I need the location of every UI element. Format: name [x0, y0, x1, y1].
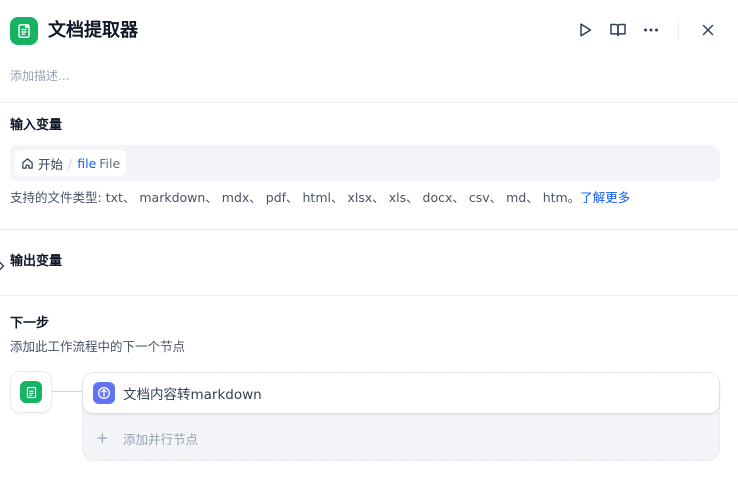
home-icon: [21, 157, 34, 170]
more-horizontal-icon: [644, 28, 658, 32]
docs-button[interactable]: [607, 19, 629, 41]
divider: [0, 102, 738, 103]
header-divider: [678, 20, 679, 40]
input-variables-title: 输入变量: [10, 118, 63, 133]
next-node-item[interactable]: 文档内容转markdown: [83, 373, 719, 413]
more-button[interactable]: [640, 19, 662, 41]
variable-tag[interactable]: 开始 / file File: [15, 150, 127, 176]
close-button[interactable]: [697, 19, 719, 41]
run-button[interactable]: [574, 19, 596, 41]
output-variables-title[interactable]: 输出变量: [10, 253, 62, 271]
panel-header: 文档提取器: [0, 0, 738, 64]
code-node-icon: [93, 382, 115, 404]
description-input[interactable]: 添加描述...: [10, 67, 69, 85]
divider: [0, 229, 738, 230]
supported-file-types: 支持的文件类型: txt、 markdown、 mdx、 pdf、 html、 …: [10, 189, 630, 207]
close-icon: [702, 24, 714, 36]
variable-separator: /: [68, 155, 73, 171]
document-extractor-icon: [10, 17, 38, 45]
next-step-title: 下一步: [10, 316, 50, 331]
learn-more-link[interactable]: 了解更多: [580, 190, 630, 205]
variable-name: file: [77, 155, 97, 171]
chevron-right-icon[interactable]: [0, 256, 6, 271]
current-node-block: [10, 371, 52, 413]
document-extractor-icon: [20, 381, 42, 403]
divider: [0, 295, 738, 296]
input-variable-field[interactable]: 开始 / file File: [10, 145, 720, 181]
supported-types-text: 支持的文件类型: txt、 markdown、 mdx、 pdf、 html、 …: [10, 190, 581, 205]
page-title: 文档提取器: [48, 20, 138, 41]
add-parallel-label: 添加并行节点: [123, 431, 199, 447]
plus-icon: +: [96, 429, 109, 447]
book-open-icon: [610, 23, 626, 37]
node-connector: [52, 391, 82, 392]
play-icon: [580, 23, 592, 37]
variable-source: 开始: [38, 156, 64, 172]
add-parallel-node-button[interactable]: + 添加并行节点: [96, 428, 198, 448]
next-step-description: 添加此工作流程中的下一个节点: [10, 339, 186, 354]
next-node-label: 文档内容转markdown: [123, 387, 262, 403]
variable-type: File: [99, 155, 121, 171]
